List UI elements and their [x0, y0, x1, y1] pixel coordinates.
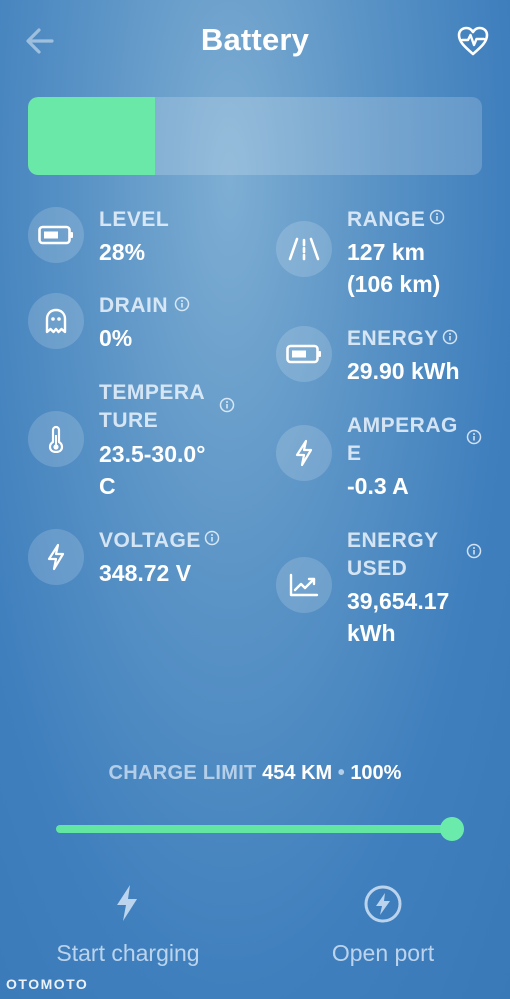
- range-value-line2: (106 km): [347, 271, 441, 297]
- energy-used-value-line2: kWh: [347, 620, 396, 646]
- battery-level-bar: [28, 97, 482, 175]
- temperature-value-line1: 23.5-30.0°: [99, 441, 206, 467]
- info-icon[interactable]: [466, 543, 482, 559]
- charge-limit-text: CHARGE LIMIT 454 KM • 100%: [0, 762, 510, 785]
- voltage-icon-circle: [28, 529, 84, 585]
- info-icon[interactable]: [219, 397, 235, 413]
- road-icon: [288, 237, 320, 261]
- energy-used-value-line1: 39,654.17: [347, 588, 450, 614]
- energy-label: ENERGY: [347, 327, 439, 350]
- temperature-label-line2: TURE: [99, 409, 159, 432]
- charge-limit-label: CHARGE LIMIT: [108, 762, 257, 784]
- charge-limit-slider-thumb[interactable]: [440, 817, 464, 841]
- level-value: 28%: [99, 239, 146, 265]
- lightning-circle-icon: [364, 885, 402, 923]
- open-port-label: Open port: [331, 940, 435, 966]
- amperage-value: -0.3 A: [347, 473, 409, 499]
- info-icon[interactable]: [466, 429, 482, 445]
- charge-limit-separator: •: [337, 762, 345, 784]
- amperage-label-line1: AMPERAG: [347, 414, 458, 437]
- battery-level-fill: [28, 97, 156, 175]
- open-port-button[interactable]: Open port: [298, 880, 468, 970]
- temperature-icon-circle: [28, 411, 84, 467]
- page-title: Battery: [200, 22, 310, 57]
- info-icon[interactable]: [442, 329, 458, 345]
- lightning-icon: [295, 439, 313, 467]
- range-icon-circle: [276, 221, 332, 277]
- level-label: LEVEL: [99, 208, 170, 231]
- voltage-value: 348.72 V: [99, 560, 192, 586]
- start-charging-button[interactable]: Start charging: [28, 880, 228, 970]
- charge-limit-slider-track[interactable]: [56, 825, 452, 833]
- charge-limit-percent: 100%: [350, 762, 402, 784]
- ghost-icon: [45, 308, 67, 334]
- drain-icon-circle: [28, 293, 84, 349]
- drain-label: DRAIN: [99, 294, 168, 317]
- battery-icon: [286, 344, 321, 364]
- range-label: RANGE: [347, 208, 426, 231]
- drain-value: 0%: [99, 325, 133, 351]
- start-charging-label: Start charging: [56, 940, 200, 966]
- voltage-label: VOLTAGE: [99, 529, 201, 552]
- energy-value: 29.90 kWh: [347, 358, 460, 384]
- info-icon[interactable]: [204, 530, 220, 546]
- thermometer-icon: [48, 425, 64, 453]
- energy-used-icon-circle: [276, 557, 332, 613]
- temperature-label-line1: TEMPERA: [99, 381, 206, 404]
- amperage-icon-circle: [276, 425, 332, 481]
- energy-used-label-line1: ENERGY: [347, 529, 439, 552]
- info-icon[interactable]: [429, 209, 445, 225]
- lightning-icon: [47, 543, 65, 571]
- charge-limit-distance: 454 KM: [262, 762, 333, 784]
- energy-icon-circle: [276, 326, 332, 382]
- energy-used-label-line2: USED: [347, 557, 408, 580]
- chart-trend-icon: [289, 573, 319, 597]
- info-icon[interactable]: [174, 296, 190, 312]
- battery-icon: [38, 225, 73, 245]
- watermark-logo: OTOMOTO: [6, 976, 89, 992]
- range-value-line1: 127 km: [347, 239, 426, 265]
- lightning-icon: [117, 885, 137, 921]
- level-icon-circle: [28, 207, 84, 263]
- amperage-label-line2: E: [347, 442, 362, 465]
- temperature-value-line2: C: [99, 473, 116, 499]
- heart-pulse-icon[interactable]: [456, 25, 490, 57]
